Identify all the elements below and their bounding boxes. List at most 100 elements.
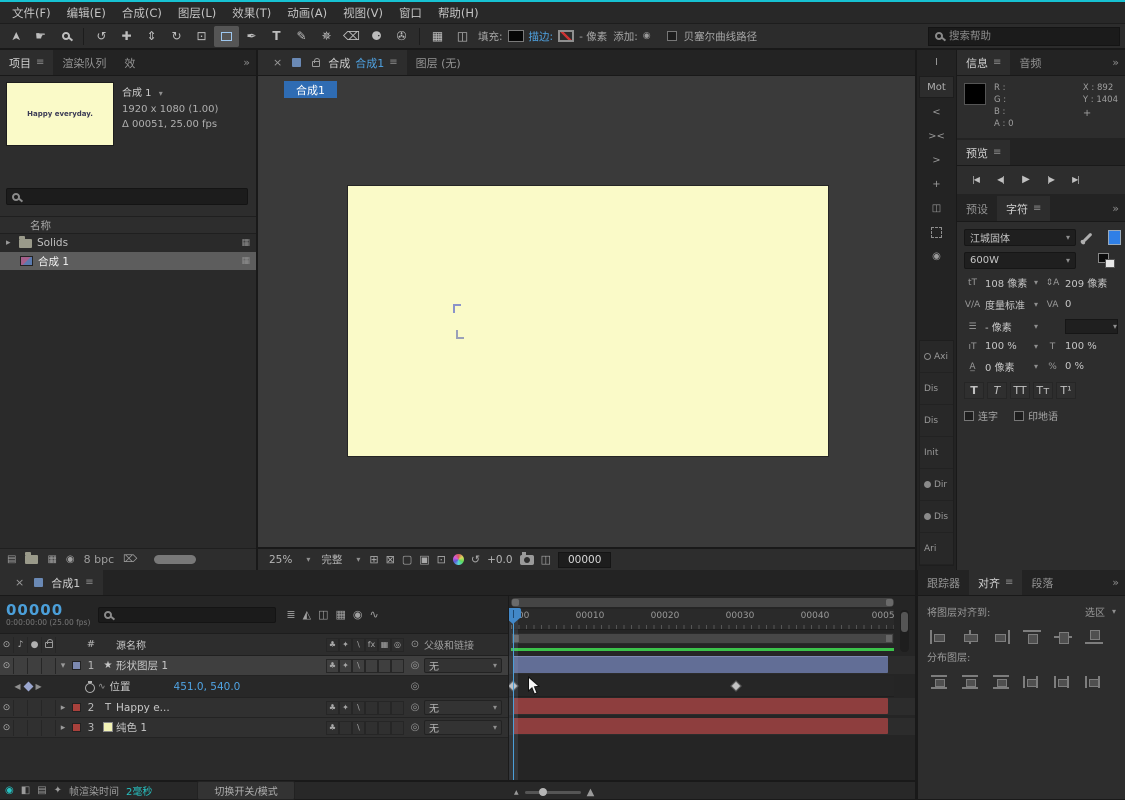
- clone-stamp-tool[interactable]: ✵: [314, 26, 339, 47]
- source-name-column-header[interactable]: 源名称: [116, 637, 326, 652]
- panel-overflow-icon[interactable]: »: [1106, 56, 1125, 69]
- tab-character[interactable]: 字符 ≡: [997, 196, 1051, 221]
- collapse-center-icon[interactable]: ><: [917, 124, 956, 148]
- panel-overflow-icon[interactable]: »: [237, 56, 256, 69]
- pen-tool[interactable]: ✒: [239, 26, 264, 47]
- align-right-button[interactable]: [991, 629, 1011, 645]
- distribute-top-button[interactable]: [929, 674, 949, 690]
- distribute-bottom-button[interactable]: [991, 674, 1011, 690]
- timeline-graph-area[interactable]: 00000 00010 00020 00030 00040 00050: [508, 596, 915, 780]
- zoom-in-icon[interactable]: ▲: [587, 787, 595, 798]
- bezier-path-checkbox[interactable]: [666, 31, 677, 41]
- faux-bold-button[interactable]: T: [964, 382, 984, 399]
- layer-row-2[interactable]: ⊙ ▸ 2 T Happy e... ♣ ✦ \ ◎ 无 ▾: [0, 698, 508, 718]
- interpret-footage-icon[interactable]: ▤: [7, 554, 16, 565]
- add-icon[interactable]: +: [917, 172, 956, 196]
- distribute-horizontal-center-button[interactable]: [1053, 674, 1073, 690]
- tab-align[interactable]: 对齐 ≡: [969, 570, 1023, 595]
- graph-toggle-icon[interactable]: ∿: [98, 682, 106, 692]
- expand-inout-pane-icon[interactable]: ✦: [54, 785, 62, 796]
- brush-tool[interactable]: ✎: [289, 26, 314, 47]
- distribute-right-button[interactable]: [1084, 674, 1104, 690]
- solo-column-icon[interactable]: ●: [28, 636, 42, 653]
- expand-icon[interactable]: ▸: [56, 703, 70, 713]
- horizontal-scale-value[interactable]: 100 %: [1065, 341, 1118, 352]
- layer-switches[interactable]: ♣ \: [326, 720, 406, 735]
- align-horizontal-center-button[interactable]: [960, 629, 980, 645]
- rotation-tool[interactable]: ↻: [164, 26, 189, 47]
- font-family-select[interactable]: 江城固体 ▾: [964, 229, 1076, 246]
- text-fill-color-swatch[interactable]: [1108, 230, 1121, 245]
- all-caps-button[interactable]: TT: [1010, 382, 1030, 399]
- menu-help[interactable]: 帮助(H): [430, 3, 487, 23]
- layer-switches[interactable]: ♣ ✦ \: [326, 658, 406, 673]
- time-navigator[interactable]: [511, 598, 894, 607]
- strip-effect-item[interactable]: Dir: [920, 469, 953, 501]
- lock-cell[interactable]: [42, 657, 56, 674]
- tracking-value[interactable]: 0: [1065, 299, 1118, 310]
- menu-composition[interactable]: 合成(C): [114, 3, 170, 23]
- timeline-search-box[interactable]: [98, 606, 277, 623]
- expand-transfer-controls-icon[interactable]: ▤: [37, 785, 46, 796]
- new-composition-icon[interactable]: ▦: [47, 554, 56, 565]
- tab-paragraph[interactable]: 段落: [1022, 570, 1062, 595]
- scroll-thumb[interactable]: [154, 555, 197, 564]
- hand-tool[interactable]: ☛: [28, 26, 53, 47]
- stroke-width-value[interactable]: - 像素 ▾: [985, 319, 1038, 334]
- fill-color-swatch[interactable]: [507, 30, 524, 42]
- region-of-interest-icon[interactable]: ▢: [402, 553, 412, 566]
- solo-cell[interactable]: [28, 657, 42, 674]
- menu-window[interactable]: 窗口: [391, 3, 430, 23]
- time-ruler[interactable]: 00000 00010 00020 00030 00040 00050: [511, 609, 894, 630]
- eraser-tool[interactable]: ⌫: [339, 26, 364, 47]
- menu-effect[interactable]: 效果(T): [224, 3, 279, 23]
- magnification-select[interactable]: 25% ▾: [267, 554, 312, 566]
- lock-cell[interactable]: [42, 699, 56, 716]
- fill-label[interactable]: 填充:: [478, 29, 503, 44]
- ligatures-option[interactable]: 连字: [964, 408, 998, 423]
- grid-guides-icon[interactable]: ⊞: [369, 553, 378, 566]
- text-stroke-color-swatch[interactable]: [1098, 252, 1118, 269]
- composition-canvas[interactable]: [348, 186, 828, 456]
- lock-cell[interactable]: [42, 719, 56, 736]
- kerning-select[interactable]: 度量标准 ▾: [985, 297, 1038, 312]
- vertical-scale-value[interactable]: 100 % ▾: [985, 341, 1038, 352]
- close-icon[interactable]: ×: [267, 56, 284, 69]
- strip-effect-item[interactable]: Dis: [920, 373, 953, 405]
- eye-icon[interactable]: ⊙: [0, 657, 14, 674]
- pickwhip-icon[interactable]: ◎: [406, 722, 424, 733]
- flyout-icon[interactable]: ▾: [159, 89, 163, 98]
- lock-column-icon[interactable]: [42, 636, 56, 653]
- strip-effect-item[interactable]: Ari: [920, 533, 953, 565]
- mot-panel-button[interactable]: Mot: [919, 76, 954, 98]
- add-property-icon[interactable]: ◉: [643, 31, 651, 41]
- audio-column-icon[interactable]: ♪: [14, 636, 28, 653]
- viewer-timecode[interactable]: 00000: [557, 551, 612, 568]
- font-style-select[interactable]: 600W ▾: [964, 252, 1076, 269]
- tab-composition[interactable]: × 合成 合成1 ≡: [258, 50, 407, 75]
- tab-layer-viewer[interactable]: 图层 (无): [407, 50, 470, 75]
- exposure-value[interactable]: +0.0: [487, 554, 513, 566]
- hindi-digits-option[interactable]: 印地语: [1014, 408, 1058, 423]
- people-icon[interactable]: ◫: [917, 196, 956, 220]
- delete-icon[interactable]: ⌦: [123, 554, 137, 565]
- tab-info[interactable]: 信息 ≡: [957, 50, 1011, 75]
- help-search-input[interactable]: [949, 30, 1089, 42]
- previous-keyframe-icon[interactable]: ◀: [14, 682, 20, 691]
- close-icon[interactable]: ×: [9, 576, 26, 589]
- tab-audio[interactable]: 音频: [1010, 50, 1050, 75]
- menu-edit[interactable]: 编辑(E): [59, 3, 114, 23]
- stroke-style-select[interactable]: ▾: [1065, 319, 1118, 334]
- draft-3d-icon[interactable]: ◭: [303, 608, 311, 621]
- layer-row-3[interactable]: ⊙ ▸ 3 纯色 1 ♣ \ ◎ 无 ▾: [0, 718, 508, 738]
- toggle-switches-modes-button[interactable]: 切换开关/模式: [197, 781, 295, 800]
- panel-menu-icon[interactable]: ≡: [389, 57, 397, 68]
- add-keyframe-icon[interactable]: [23, 681, 33, 692]
- panel-menu-icon[interactable]: ≡: [993, 57, 1001, 68]
- tab-presets[interactable]: 预设: [957, 196, 997, 221]
- list-item-solids[interactable]: ▸ Solids ▦: [0, 234, 256, 252]
- eye-icon[interactable]: ⊙: [0, 719, 14, 736]
- audio-cell[interactable]: [14, 699, 28, 716]
- color-depth-button[interactable]: 8 bpc: [84, 553, 115, 566]
- small-caps-button[interactable]: Tᴛ: [1033, 382, 1053, 399]
